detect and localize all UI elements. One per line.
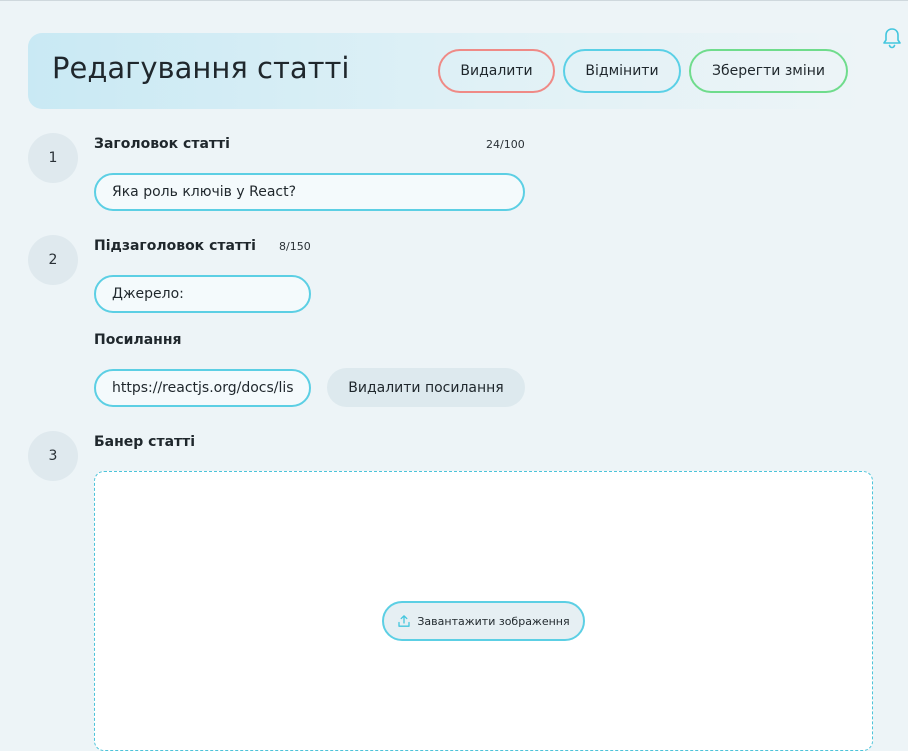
delete-button[interactable]: Видалити — [438, 49, 555, 93]
article-subtitle-label: Підзаголовок статті — [94, 238, 256, 254]
top-divider — [0, 0, 908, 1]
cancel-button[interactable]: Відмінити — [563, 49, 681, 93]
article-title-counter: 24/100 — [486, 138, 525, 151]
bell-icon[interactable] — [881, 26, 903, 50]
article-subtitle-counter: 8/150 — [279, 240, 311, 253]
upload-image-label: Завантажити зображення — [417, 614, 570, 628]
step-number-1: 1 — [28, 133, 78, 183]
save-changes-button[interactable]: Зберегти зміни — [689, 49, 848, 93]
step-number-2: 2 — [28, 235, 78, 285]
upload-image-button[interactable]: Завантажити зображення — [382, 601, 585, 641]
link-label: Посилання — [94, 332, 182, 348]
article-subtitle-input[interactable] — [94, 275, 311, 313]
banner-label: Банер статті — [94, 434, 196, 450]
banner-dropzone[interactable]: Завантажити зображення — [94, 471, 873, 751]
page-header: Редагування статті Видалити Відмінити Зб… — [28, 33, 864, 109]
link-input[interactable] — [94, 369, 311, 407]
remove-link-button[interactable]: Видалити посилання — [327, 368, 525, 407]
article-title-input[interactable] — [94, 173, 525, 211]
step-number-3: 3 — [28, 431, 78, 481]
upload-icon — [397, 614, 411, 628]
page-title: Редагування статті — [52, 51, 350, 85]
article-title-label: Заголовок статті — [94, 136, 230, 152]
